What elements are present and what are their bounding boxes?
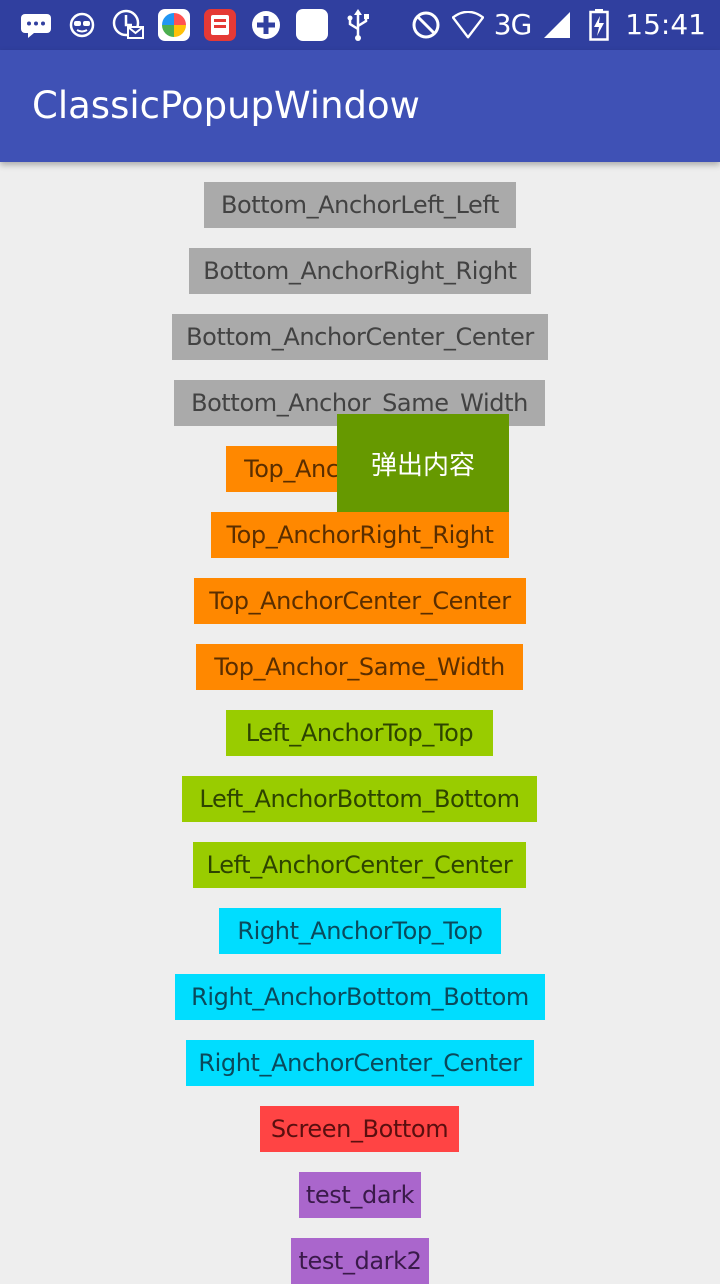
plus-circle-icon — [250, 9, 282, 41]
left-anchor-top-top-button[interactable]: Left_AnchorTop_Top — [226, 710, 493, 756]
screen-bottom-button[interactable]: Screen_Bottom — [260, 1106, 459, 1152]
signal-icon — [541, 9, 573, 41]
bottom-anchor-left-left-button[interactable]: Bottom_AnchorLeft_Left — [204, 182, 516, 228]
glasses-face-icon — [66, 9, 98, 41]
bottom-anchor-center-center-button[interactable]: Bottom_AnchorCenter_Center — [172, 314, 548, 360]
status-left-icons — [20, 8, 374, 42]
blank-square-icon — [296, 9, 328, 41]
battery-charging-icon — [583, 9, 615, 41]
right-anchor-bottom-bottom-button[interactable]: Right_AnchorBottom_Bottom — [175, 974, 545, 1020]
red-app-icon — [204, 9, 236, 41]
mail-sync-icon — [112, 9, 144, 41]
popup-window[interactable]: 弹出内容 — [337, 414, 509, 512]
usb-icon — [342, 9, 374, 41]
status-right-icons: 3G 15:41 — [410, 8, 706, 42]
pinwheel-app-icon — [158, 9, 190, 41]
test-dark2-button[interactable]: test_dark2 — [291, 1238, 429, 1284]
chat-bubble-icon — [20, 9, 52, 41]
do-not-disturb-icon — [410, 9, 442, 41]
status-bar: 3G 15:41 — [0, 0, 720, 50]
app-bar: ClassicPopupWindow — [0, 50, 720, 162]
right-anchor-top-top-button[interactable]: Right_AnchorTop_Top — [219, 908, 501, 954]
wifi-icon — [451, 9, 484, 41]
top-anchor-center-center-button[interactable]: Top_AnchorCenter_Center — [194, 578, 526, 624]
top-anchor-same-width-button[interactable]: Top_Anchor_Same_Width — [196, 644, 523, 690]
bottom-anchor-right-right-button[interactable]: Bottom_AnchorRight_Right — [189, 248, 531, 294]
test-dark-button[interactable]: test_dark — [299, 1172, 421, 1218]
clock: 15:41 — [625, 8, 706, 41]
right-anchor-center-center-button[interactable]: Right_AnchorCenter_Center — [186, 1040, 534, 1086]
network-type-label: 3G — [493, 8, 533, 41]
left-anchor-center-center-button[interactable]: Left_AnchorCenter_Center — [193, 842, 526, 888]
left-anchor-bottom-bottom-button[interactable]: Left_AnchorBottom_Bottom — [182, 776, 537, 822]
app-title: ClassicPopupWindow — [32, 84, 420, 127]
top-anchor-right-right-button[interactable]: Top_AnchorRight_Right — [211, 512, 509, 558]
popup-content-text: 弹出内容 — [370, 450, 475, 481]
